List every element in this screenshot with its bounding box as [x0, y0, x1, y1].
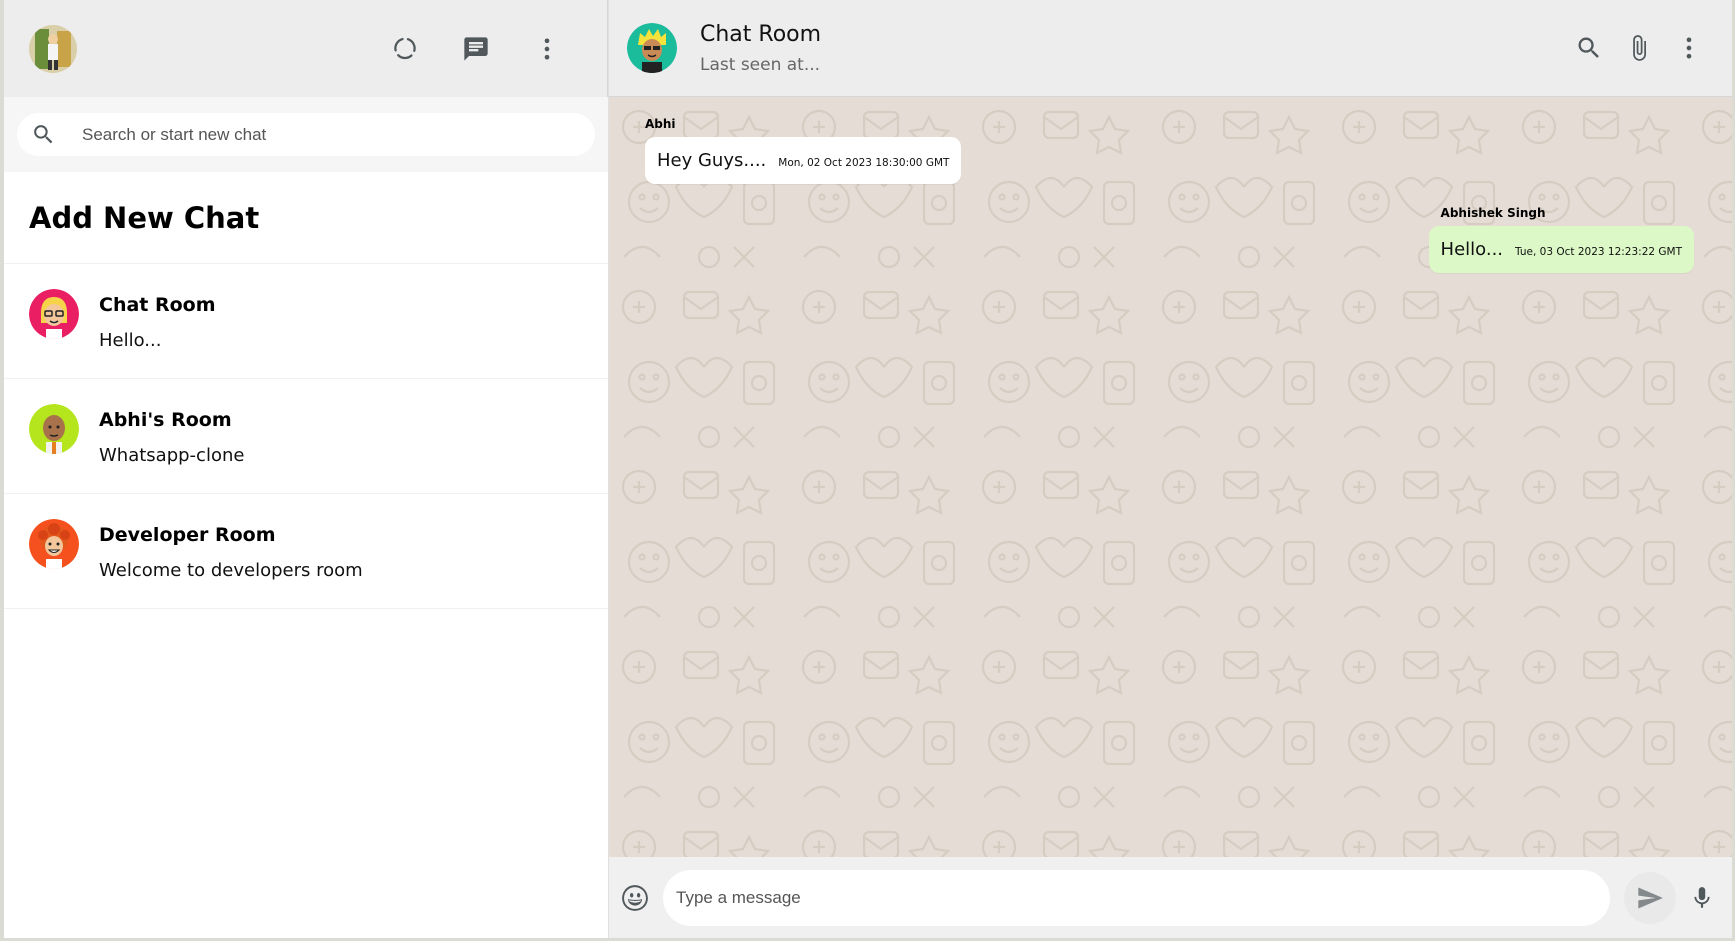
- app-window: Add New Chat Chat Room Hello...: [4, 0, 1732, 938]
- avatar: [29, 289, 79, 339]
- chat-name: Chat Room: [99, 294, 216, 316]
- sidebar-header: [4, 0, 608, 97]
- add-new-chat-label: Add New Chat: [29, 200, 260, 235]
- chat-icon: [463, 36, 488, 61]
- chat-list-item[interactable]: Developer Room Welcome to developers roo…: [4, 494, 608, 609]
- status-icon: [393, 37, 416, 59]
- status-button[interactable]: [369, 25, 440, 73]
- add-new-chat[interactable]: Add New Chat: [4, 172, 608, 264]
- search-bar: [4, 97, 608, 172]
- send-button[interactable]: [1624, 871, 1676, 924]
- chat-list-item[interactable]: Chat Room Hello...: [4, 264, 608, 379]
- message-timestamp: Mon, 02 Oct 2023 18:30:00 GMT: [778, 157, 950, 169]
- message-text: Hey Guys....: [657, 150, 767, 171]
- message-bubble[interactable]: Hey Guys.... Mon, 02 Oct 2023 18:30:00 G…: [645, 137, 962, 184]
- chat-last-message: Hello...: [99, 330, 162, 351]
- search-icon: [1578, 37, 1599, 58]
- message-sender: Abhi: [645, 117, 676, 131]
- sidebar: Add New Chat Chat Room Hello...: [4, 0, 609, 938]
- avatar: [29, 519, 79, 569]
- chat-last-message: Welcome to developers room: [99, 560, 363, 581]
- chat-menu-button[interactable]: [1664, 24, 1714, 72]
- message-text: Hello...: [1440, 239, 1504, 260]
- message-sender: Abhishek Singh: [1440, 206, 1546, 220]
- search-container: [17, 113, 595, 156]
- chat-name: Abhi's Room: [99, 409, 232, 431]
- chat-footer: [609, 857, 1732, 938]
- chat-body: Abhi Hey Guys.... Mon, 02 Oct 2023 18:30…: [609, 97, 1732, 857]
- send-icon: [1638, 887, 1663, 908]
- search-icon: [34, 125, 53, 144]
- chat-last-message: Whatsapp-clone: [99, 445, 245, 466]
- chat-search-button[interactable]: [1564, 24, 1614, 72]
- sidebar-menu-button[interactable]: [511, 25, 582, 73]
- avatar: [29, 404, 79, 454]
- more-vert-icon: [1686, 37, 1692, 59]
- chat-avatar[interactable]: [627, 23, 677, 73]
- attach-button[interactable]: [1614, 24, 1664, 72]
- new-chat-button[interactable]: [440, 25, 511, 73]
- more-vert-icon: [544, 38, 549, 59]
- search-input[interactable]: [82, 124, 522, 145]
- message-sent: Abhishek Singh Hello... Tue, 03 Oct 2023…: [1428, 206, 1694, 273]
- message-timestamp: Tue, 03 Oct 2023 12:23:22 GMT: [1515, 246, 1682, 258]
- last-seen: Last seen at...: [700, 54, 821, 75]
- chat-name: Developer Room: [99, 524, 276, 546]
- chat-header: Chat Room Last seen at...: [609, 0, 1732, 97]
- mic-button[interactable]: [1682, 874, 1722, 922]
- chat-list-item[interactable]: Abhi's Room Whatsapp-clone: [4, 379, 608, 494]
- mic-icon: [1694, 886, 1710, 908]
- message-input[interactable]: [663, 869, 1610, 926]
- user-avatar[interactable]: [29, 24, 77, 73]
- message-bubble[interactable]: Hello... Tue, 03 Oct 2023 12:23:22 GMT: [1428, 226, 1694, 273]
- chat-title: Chat Room: [700, 21, 822, 47]
- attach-icon: [1633, 35, 1646, 61]
- emoji-icon[interactable]: [621, 884, 649, 912]
- chat-panel: Chat Room Last seen at... Abhi Hey Guys.…: [609, 0, 1732, 938]
- message-received: Abhi Hey Guys.... Mon, 02 Oct 2023 18:30…: [645, 117, 962, 184]
